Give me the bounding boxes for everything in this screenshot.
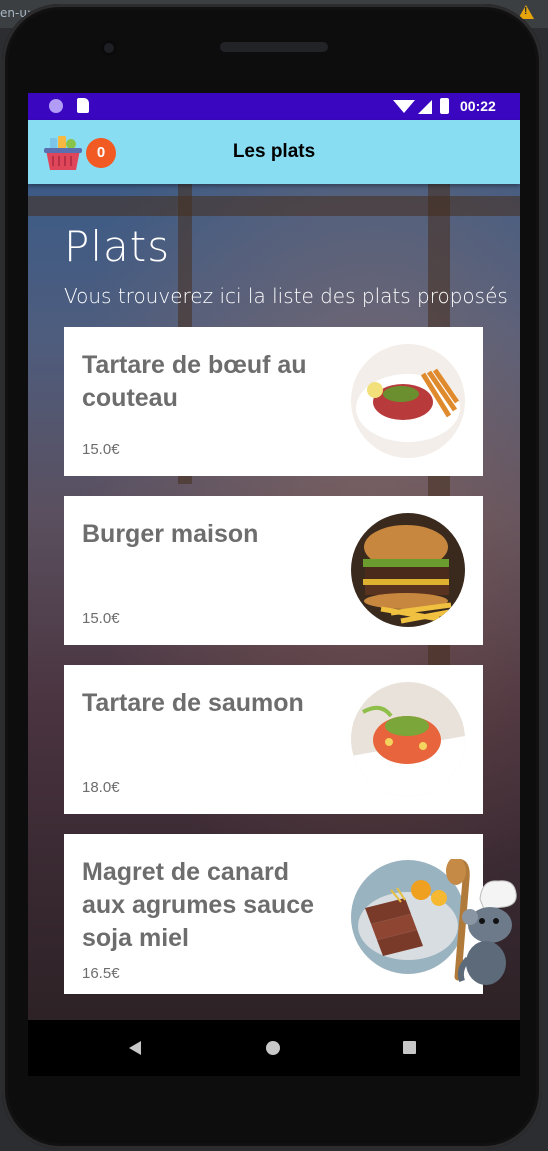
dish-name: Tartare de bœuf au couteau [82,351,307,412]
burger-image [351,513,465,627]
dish-card[interactable]: Tartare de bœuf au couteau 15.0€ [64,327,483,476]
dish-name: Magret de canard aux agrumes sauce soja … [82,858,315,952]
status-bar: 00:22 [28,93,520,120]
dish-price: 16.5€ [82,965,120,982]
dish-price: 15.0€ [82,610,120,627]
sd-card-icon [77,98,89,113]
phone-frame: 00:22 0 Les plats Plats Vous trouverez i… [2,4,542,1149]
app-bar-title: Les plats [232,141,316,162]
phone-screen: 00:22 0 Les plats Plats Vous trouverez i… [28,93,520,1076]
chef-rat-icon [446,859,517,985]
back-icon[interactable] [129,1041,141,1055]
beef-tartare-image [351,344,465,458]
page-title: Plats [64,222,171,271]
wifi-icon [393,100,415,113]
page-subtitle: Vous trouverez ici la liste des plats pr… [64,284,508,308]
dish-name: Tartare de saumon [82,689,304,717]
front-camera [101,40,117,56]
recents-icon[interactable] [403,1041,416,1054]
status-time: 00:22 [460,98,496,114]
dish-card[interactable]: Tartare de saumon 18.0€ [64,665,483,814]
dish-price: 18.0€ [82,779,120,796]
dish-price: 15.0€ [82,441,120,458]
salmon-tartare-image [351,682,465,796]
dish-name: Burger maison [82,520,259,548]
dish-card[interactable]: Magret de canard aux agrumes sauce soja … [64,834,483,994]
earpiece-speaker [220,42,328,52]
navigation-bar [28,1020,520,1076]
dish-card[interactable]: Burger maison 15.0€ [64,496,483,645]
home-icon[interactable] [266,1041,280,1055]
signal-icon [418,100,432,114]
battery-icon [440,98,449,114]
app-bar: 0 Les plats [28,120,520,184]
notification-dot-icon [49,99,63,113]
